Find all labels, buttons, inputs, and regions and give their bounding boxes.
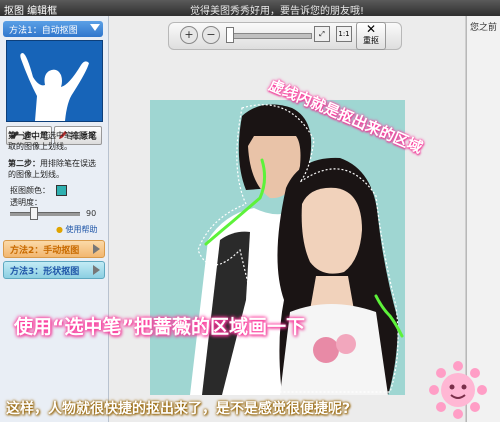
auto-cutout-thumbnail	[6, 40, 103, 122]
step2-text: 第二步：用排除笔在误选的图像上划线。	[8, 158, 102, 180]
couple-photo	[150, 100, 405, 395]
border-color-swatch[interactable]	[56, 185, 67, 196]
reset-button[interactable]: ✕ 重抠	[356, 22, 386, 50]
help-label: 使用帮助	[65, 225, 98, 234]
step1-text: 第一步：用选中笔在要抠取的图像上划线。	[8, 130, 102, 152]
marquee-text: 觉得美图秀秀好用，要告诉您的朋友哦!	[190, 6, 365, 17]
step2-title: 第二步：	[8, 159, 40, 168]
method1-header[interactable]: 方法1：自动抠图	[3, 21, 103, 37]
opacity-slider-knob[interactable]	[30, 207, 38, 220]
method2-header[interactable]: 方法2：手动抠图	[3, 240, 105, 258]
zoom-slider-track[interactable]	[226, 33, 312, 39]
method3-header[interactable]: 方法3：形状抠图	[3, 261, 105, 279]
border-color-label: 抠图颜色：	[10, 186, 50, 195]
title-bar: 抠图 编辑框 觉得美图秀秀好用，要告诉您的朋友哦!	[0, 0, 500, 17]
method2-label: 方法2：手动抠图	[10, 246, 80, 256]
photo-canvas[interactable]	[150, 100, 405, 395]
chevron-down-icon	[90, 24, 100, 31]
help-link[interactable]: ● 使用帮助	[56, 224, 98, 235]
zoom-in-icon[interactable]: +	[180, 26, 198, 44]
sidebar: 方法1：自动抠图 选中笔 排除笔 第一步：用选中笔在要抠取的图像上划线。 第二步…	[0, 16, 109, 422]
step1-title: 第一步：	[8, 131, 40, 140]
opacity-value: 90	[86, 209, 97, 218]
opacity-slider-track[interactable]	[10, 212, 80, 216]
fit-screen-icon[interactable]: ⤢	[314, 26, 330, 42]
app-title: 抠图 编辑框	[4, 6, 58, 17]
method3-label: 方法3：形状抠图	[10, 267, 80, 277]
actual-size-icon[interactable]: 1:1	[336, 26, 352, 42]
person-silhouette-icon	[7, 41, 102, 121]
lightbulb-icon: ●	[56, 225, 63, 234]
zoom-out-icon[interactable]: −	[202, 26, 220, 44]
sun-sticker-icon	[429, 361, 487, 419]
annotation-use-select-pen: 使用“选中笔”把蔷薇的区域画一下	[14, 316, 305, 338]
chevron-right-icon	[93, 244, 100, 254]
reset-label: 重抠	[363, 36, 379, 45]
history-panel-label: 您之前	[470, 23, 498, 33]
zoom-slider-knob[interactable]	[226, 27, 234, 43]
annotation-result: 这样，人物就很快捷的抠出来了，是不是感觉很便捷呢?	[6, 401, 351, 417]
chevron-right-icon	[93, 265, 100, 275]
close-icon: ✕	[365, 22, 377, 36]
method1-label: 方法1：自动抠图	[9, 26, 78, 36]
